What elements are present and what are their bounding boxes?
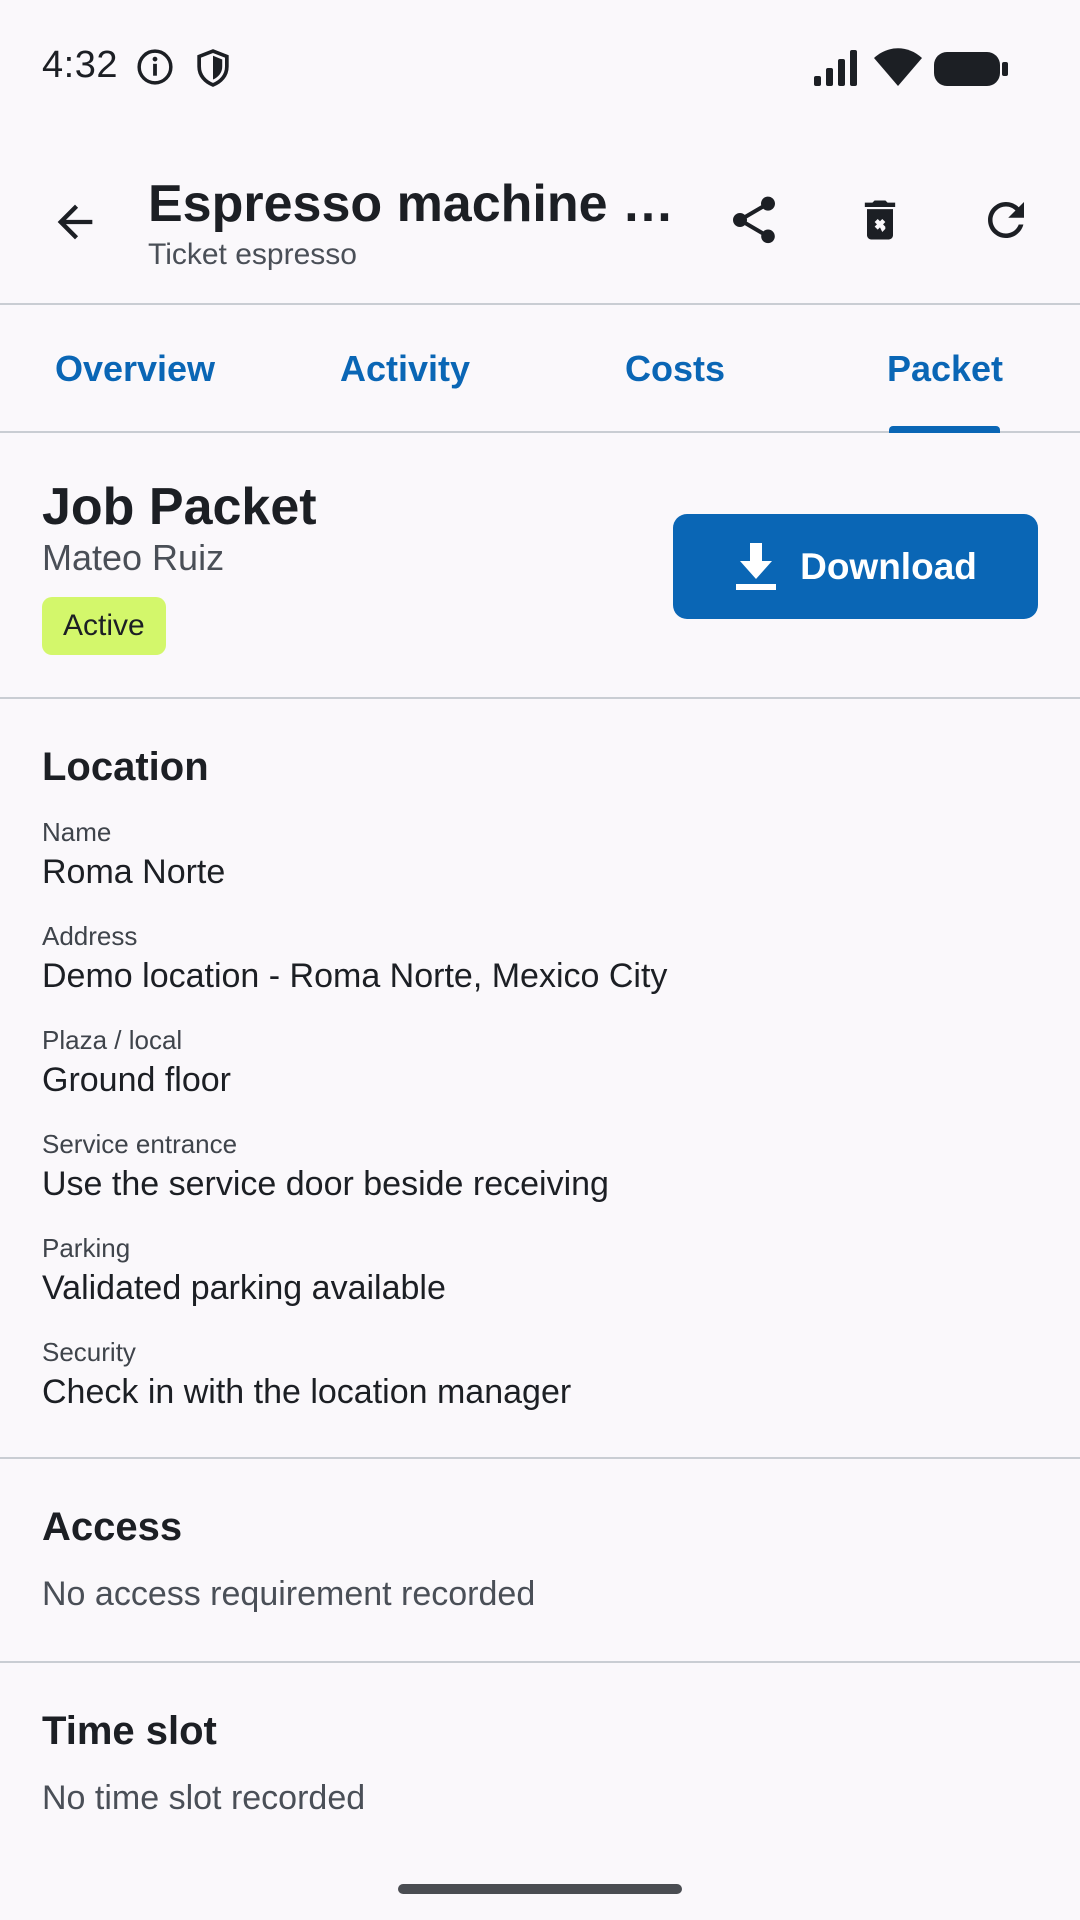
field-label: Address: [42, 921, 138, 951]
location-section: Location Name Roma Norte Address Demo lo…: [0, 701, 1080, 1459]
share-icon: [733, 196, 775, 244]
share-button[interactable]: [709, 175, 799, 265]
tab-indicator: [889, 426, 1000, 433]
download-button[interactable]: Download: [673, 514, 1038, 619]
field-value: Use the service door beside receiving: [42, 1165, 609, 1203]
download-icon: [736, 542, 777, 590]
home-indicator[interactable]: [398, 1884, 682, 1894]
field-value: Roma Norte: [42, 853, 226, 891]
packet-title: Job Packet: [42, 478, 317, 536]
location-title: Location: [42, 745, 209, 789]
field-label: Service entrance: [42, 1129, 238, 1159]
shield-icon: [197, 49, 229, 87]
field-parking: Parking Validated parking available: [42, 1232, 1042, 1308]
access-section: Access No access requirement recorded: [0, 1461, 1080, 1663]
page-subtitle: Ticket espresso: [148, 238, 357, 271]
refresh-icon: [988, 202, 1024, 238]
field-label: Security: [42, 1337, 136, 1367]
info-icon: [137, 49, 173, 85]
signal-icon: [814, 50, 857, 86]
time-slot-title: Time slot: [42, 1709, 217, 1753]
tab-activity[interactable]: Activity: [300, 307, 510, 431]
access-note: No access requirement recorded: [42, 1575, 536, 1613]
back-button[interactable]: [30, 177, 120, 267]
refresh-button[interactable]: [961, 175, 1051, 265]
status-bar: 4:32: [0, 0, 1080, 135]
packet-header: Job Packet Mateo Ruiz Active Download: [0, 433, 1080, 699]
time-slot-section: Time slot No time slot recorded: [0, 1665, 1080, 1865]
tab-costs[interactable]: Costs: [570, 307, 780, 431]
app-bar: Espresso machine lo… Ticket espresso: [0, 135, 1080, 305]
packet-person: Mateo Ruiz: [42, 537, 225, 578]
delete-icon: [864, 200, 896, 240]
status-badge: Active: [42, 597, 166, 655]
field-label: Plaza / local: [42, 1025, 183, 1055]
wifi-icon: [874, 48, 922, 86]
battery-icon: [934, 52, 1008, 86]
title-group: Espresso machine lo… Ticket espresso: [148, 173, 688, 273]
field-label: Name: [42, 817, 112, 847]
field-value: Ground floor: [42, 1061, 231, 1099]
field-security: Security Check in with the location mana…: [42, 1336, 1042, 1412]
access-title: Access: [42, 1505, 183, 1549]
delete-button[interactable]: [835, 175, 925, 265]
field-plaza: Plaza / local Ground floor: [42, 1024, 1042, 1100]
page-title: Espresso machine lo…: [148, 175, 688, 233]
status-time: 4:32: [42, 44, 118, 86]
tab-packet[interactable]: Packet: [840, 307, 1050, 431]
back-arrow-icon: [57, 204, 93, 240]
field-name: Name Roma Norte: [42, 816, 1042, 892]
download-label: Download: [800, 545, 977, 587]
tab-bar: Overview Activity Costs Packet: [0, 307, 1080, 433]
field-address: Address Demo location - Roma Norte, Mexi…: [42, 920, 1042, 996]
tab-overview[interactable]: Overview: [30, 307, 240, 431]
field-service-entrance: Service entrance Use the service door be…: [42, 1128, 1042, 1204]
time-slot-note: No time slot recorded: [42, 1779, 366, 1817]
screen: 4:32 Espresso machine lo… Ticket espress…: [0, 0, 1080, 1920]
field-label: Parking: [42, 1233, 131, 1263]
field-value: Check in with the location manager: [42, 1373, 572, 1411]
field-value: Validated parking available: [42, 1269, 446, 1307]
field-value: Demo location - Roma Norte, Mexico City: [42, 957, 668, 995]
